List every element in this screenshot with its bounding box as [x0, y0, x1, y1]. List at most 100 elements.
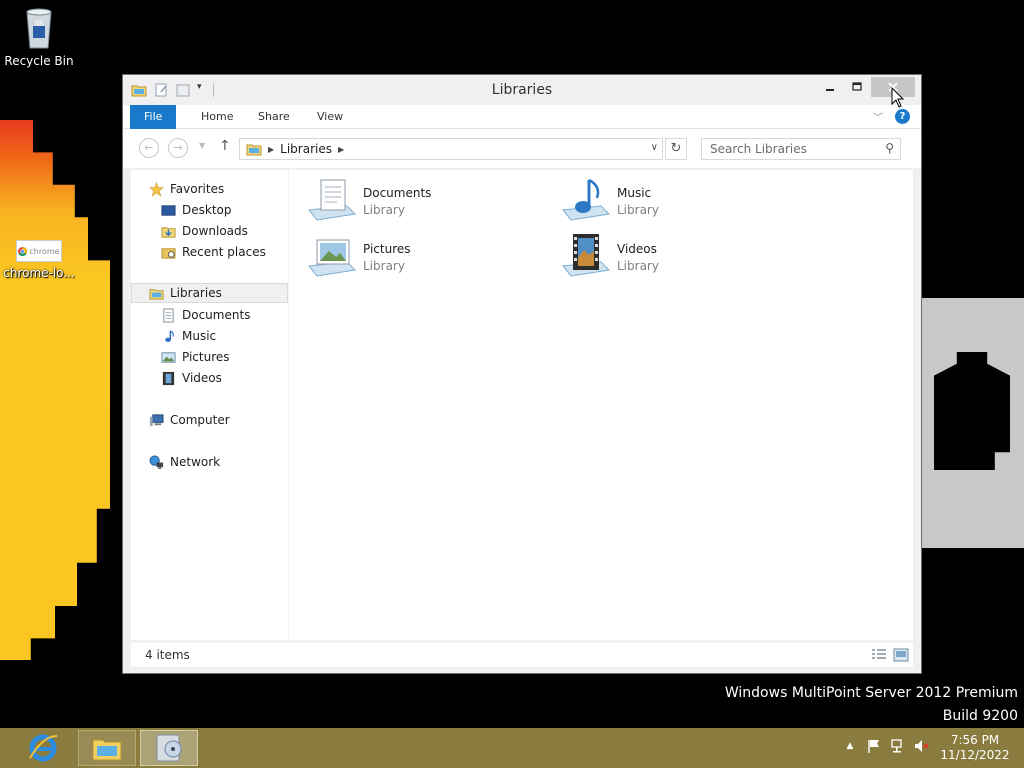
- network-status-icon[interactable]: [890, 738, 906, 754]
- clock-time: 7:56 PM: [950, 733, 1000, 747]
- desktop-icon: [161, 204, 176, 216]
- tab-share[interactable]: Share: [244, 105, 304, 129]
- internet-explorer-icon: [29, 734, 58, 762]
- refresh-icon: ↻: [670, 141, 682, 156]
- library-tile-documents[interactable]: Documents Library: [307, 176, 537, 228]
- documents-icon: [163, 307, 174, 323]
- nav-downloads-label: Downloads: [182, 224, 248, 238]
- breadcrumb-separator-icon[interactable]: ▶: [338, 145, 344, 154]
- nav-network[interactable]: Network: [149, 452, 220, 472]
- pictures-library-icon: [307, 232, 357, 280]
- library-type: Library: [363, 203, 405, 217]
- library-name: Pictures: [363, 242, 411, 256]
- window-title: Libraries: [491, 82, 553, 98]
- title-bar[interactable]: ▾ Libraries: [123, 75, 921, 105]
- minimize-icon: [826, 89, 834, 91]
- library-name: Documents: [363, 186, 432, 200]
- library-name: Videos: [617, 242, 657, 256]
- chrome-shortcut-label: chrome-lo...: [3, 266, 75, 280]
- library-name: Music: [617, 186, 652, 200]
- nav-desktop-label: Desktop: [182, 203, 232, 217]
- desktop-icon-chrome-shortcut[interactable]: chrome chrome-lo...: [2, 240, 76, 280]
- search-icon[interactable]: ⚲: [885, 141, 894, 155]
- refresh-button[interactable]: ↻: [665, 138, 687, 160]
- item-count: 4 items: [145, 648, 190, 662]
- chrome-thumbnail: chrome: [16, 240, 62, 262]
- nav-recent-places-label: Recent places: [182, 245, 266, 259]
- taskbar-clock[interactable]: 7:56 PM 11/12/2022: [940, 733, 1010, 763]
- nav-pictures-label: Pictures: [182, 350, 230, 364]
- music-library-icon: [561, 176, 611, 224]
- os-build-watermark: Build 9200: [942, 708, 1018, 724]
- chrome-icon: [18, 246, 28, 256]
- nav-libraries-label: Libraries: [170, 286, 222, 300]
- expand-ribbon-chevron-icon[interactable]: ﹀: [873, 109, 883, 124]
- nav-videos[interactable]: Videos: [161, 368, 222, 388]
- system-tray: ▲: [842, 738, 930, 754]
- details-view-icon[interactable]: [871, 648, 887, 662]
- breadcrumb-libraries[interactable]: Libraries: [280, 142, 332, 156]
- search-input[interactable]: Search Libraries ⚲: [701, 138, 901, 160]
- action-center-flag-icon[interactable]: [866, 738, 882, 754]
- taskbar-file-explorer[interactable]: [78, 730, 136, 766]
- recent-places-icon: [161, 247, 176, 259]
- network-icon: [149, 454, 164, 469]
- nav-favorites[interactable]: Favorites: [149, 179, 224, 199]
- documents-library-icon: [307, 176, 357, 224]
- minimize-button[interactable]: [817, 77, 843, 97]
- wallpaper-shape-right-cutout: [934, 352, 1010, 470]
- library-tile-pictures[interactable]: Pictures Library: [307, 232, 537, 284]
- explorer-window[interactable]: ▾ Libraries File Home Share View ﹀ ? ← →…: [122, 74, 922, 674]
- nav-recent-places[interactable]: Recent places: [161, 242, 266, 262]
- file-explorer-icon: [92, 739, 122, 761]
- desktop-icon-recycle-bin[interactable]: Recycle Bin: [2, 6, 76, 68]
- tab-home[interactable]: Home: [187, 105, 247, 129]
- help-icon[interactable]: ?: [895, 109, 910, 124]
- forward-arrow-icon: →: [173, 141, 183, 154]
- tab-view[interactable]: View: [303, 105, 357, 129]
- taskbar-internet-explorer[interactable]: [14, 730, 72, 766]
- nav-music[interactable]: Music: [161, 326, 216, 346]
- large-icons-view-icon[interactable]: [893, 648, 909, 662]
- volume-muted-icon[interactable]: [914, 738, 930, 754]
- videos-icon: [162, 371, 175, 385]
- nav-videos-label: Videos: [182, 371, 222, 385]
- tab-file[interactable]: File: [130, 105, 177, 129]
- library-tile-music[interactable]: Music Library: [561, 176, 791, 228]
- nav-favorites-label: Favorites: [170, 182, 225, 196]
- libraries-icon: [149, 288, 164, 300]
- nav-computer-label: Computer: [170, 413, 230, 427]
- chrome-thumbnail-text: chrome: [29, 246, 60, 256]
- show-hidden-icons-chevron-icon[interactable]: ▲: [842, 738, 858, 754]
- nav-pictures[interactable]: Pictures: [161, 347, 230, 367]
- ribbon-tab-bar: File Home Share View ﹀ ?: [123, 105, 921, 129]
- address-bar[interactable]: ▶ Libraries ▶ ∨: [239, 138, 663, 160]
- nav-desktop[interactable]: Desktop: [161, 200, 232, 220]
- maximize-icon: [852, 82, 862, 91]
- nav-documents-label: Documents: [182, 308, 251, 322]
- pictures-icon: [161, 351, 176, 363]
- maximize-button[interactable]: [844, 77, 870, 97]
- videos-library-icon: [561, 232, 611, 280]
- explorer-content: Favorites Desktop Downloads Recent place…: [131, 170, 913, 640]
- nav-downloads[interactable]: Downloads: [161, 221, 248, 241]
- downloads-icon: [161, 226, 176, 238]
- navigation-bar: ← → ▼ ↑ ▶ Libraries ▶ ∨ ↻ Search Librari…: [123, 129, 921, 169]
- library-tile-videos[interactable]: Videos Library: [561, 232, 791, 284]
- recycle-bin-label: Recycle Bin: [4, 54, 74, 68]
- up-arrow-icon[interactable]: ↑: [219, 138, 231, 154]
- nav-computer[interactable]: Computer: [149, 410, 230, 430]
- recent-locations-chevron-icon[interactable]: ▼: [199, 141, 205, 150]
- nav-documents[interactable]: Documents: [161, 305, 250, 325]
- forward-button[interactable]: →: [168, 138, 188, 158]
- library-type: Library: [617, 259, 659, 273]
- address-history-chevron-icon[interactable]: ∨: [651, 142, 658, 153]
- file-list: Documents Library Music Library Pictures…: [291, 170, 913, 640]
- nav-libraries[interactable]: Libraries: [131, 283, 288, 303]
- status-bar: 4 items: [131, 643, 913, 667]
- back-arrow-icon: ←: [144, 141, 154, 154]
- back-button[interactable]: ←: [139, 138, 159, 158]
- taskbar-libraries-window[interactable]: [140, 730, 198, 766]
- taskbar: ▲ 7:56 PM 11/12/2022: [0, 728, 1024, 768]
- star-icon: [149, 181, 164, 197]
